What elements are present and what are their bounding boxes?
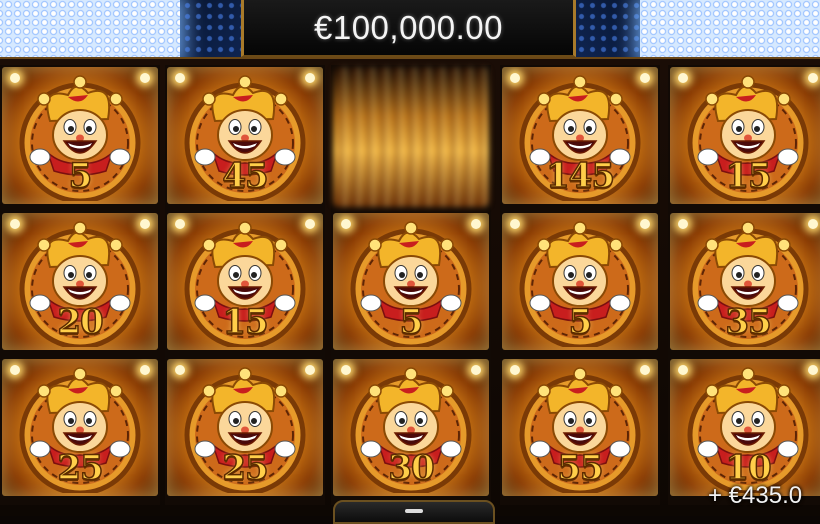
symbol-value: 20: [57, 301, 105, 343]
reel-1: 5 20 25: [0, 65, 160, 505]
reel-4: 145 5 55: [500, 65, 660, 505]
jester-coin-symbol: 15: [670, 67, 820, 204]
led-light-panel-right: [640, 0, 820, 58]
symbol-value: 45: [222, 155, 270, 197]
symbol-value: 5: [568, 301, 593, 343]
symbol-value: 15: [222, 301, 270, 343]
reel-3: 5 30: [331, 65, 491, 505]
jester-coin-symbol: 30: [333, 359, 489, 496]
symbol-value: 15: [725, 155, 773, 197]
jester-coin-symbol: 5: [333, 213, 489, 350]
symbol-value: 25: [57, 447, 105, 489]
hex-grid-left: [182, 0, 244, 60]
jester-coin-symbol: 145: [502, 67, 658, 204]
symbol-value: 5: [68, 155, 93, 197]
spinning-reel-blur: [333, 67, 489, 207]
jester-coin-symbol: 55: [502, 359, 658, 496]
symbol-value: 30: [388, 447, 436, 489]
symbol-value: 35: [725, 301, 773, 343]
hex-grid-right: [576, 0, 642, 60]
reel-2: 45 15 25: [165, 65, 325, 505]
jester-coin-symbol: 15: [167, 213, 323, 350]
jester-coin-symbol: 5: [2, 67, 158, 204]
jester-coin-symbol: 45: [167, 67, 323, 204]
tab-handle-icon: [405, 509, 423, 513]
reel-5: 15 35 10: [668, 65, 820, 505]
symbol-value: 25: [222, 447, 270, 489]
jester-coin-symbol: 35: [670, 213, 820, 350]
reel-frame: 5 20 25 45 15 25 5 30 145 5 55 15 35 10: [0, 57, 820, 516]
jester-coin-symbol: 25: [2, 359, 158, 496]
bottom-control-tab[interactable]: [333, 500, 495, 524]
jackpot-display: €100,000.00: [241, 0, 576, 57]
win-amount: + €435.0: [708, 482, 803, 509]
jester-coin-symbol: 5: [502, 213, 658, 350]
symbol-value: 145: [545, 155, 615, 197]
jester-coin-symbol: 10: [670, 359, 820, 496]
symbol-value: 5: [399, 301, 424, 343]
led-light-panel-left: [0, 0, 180, 58]
jackpot-amount: €100,000.00: [313, 8, 503, 46]
jester-coin-symbol: 25: [167, 359, 323, 496]
jester-coin-symbol: 20: [2, 213, 158, 350]
symbol-value: 55: [557, 447, 605, 489]
